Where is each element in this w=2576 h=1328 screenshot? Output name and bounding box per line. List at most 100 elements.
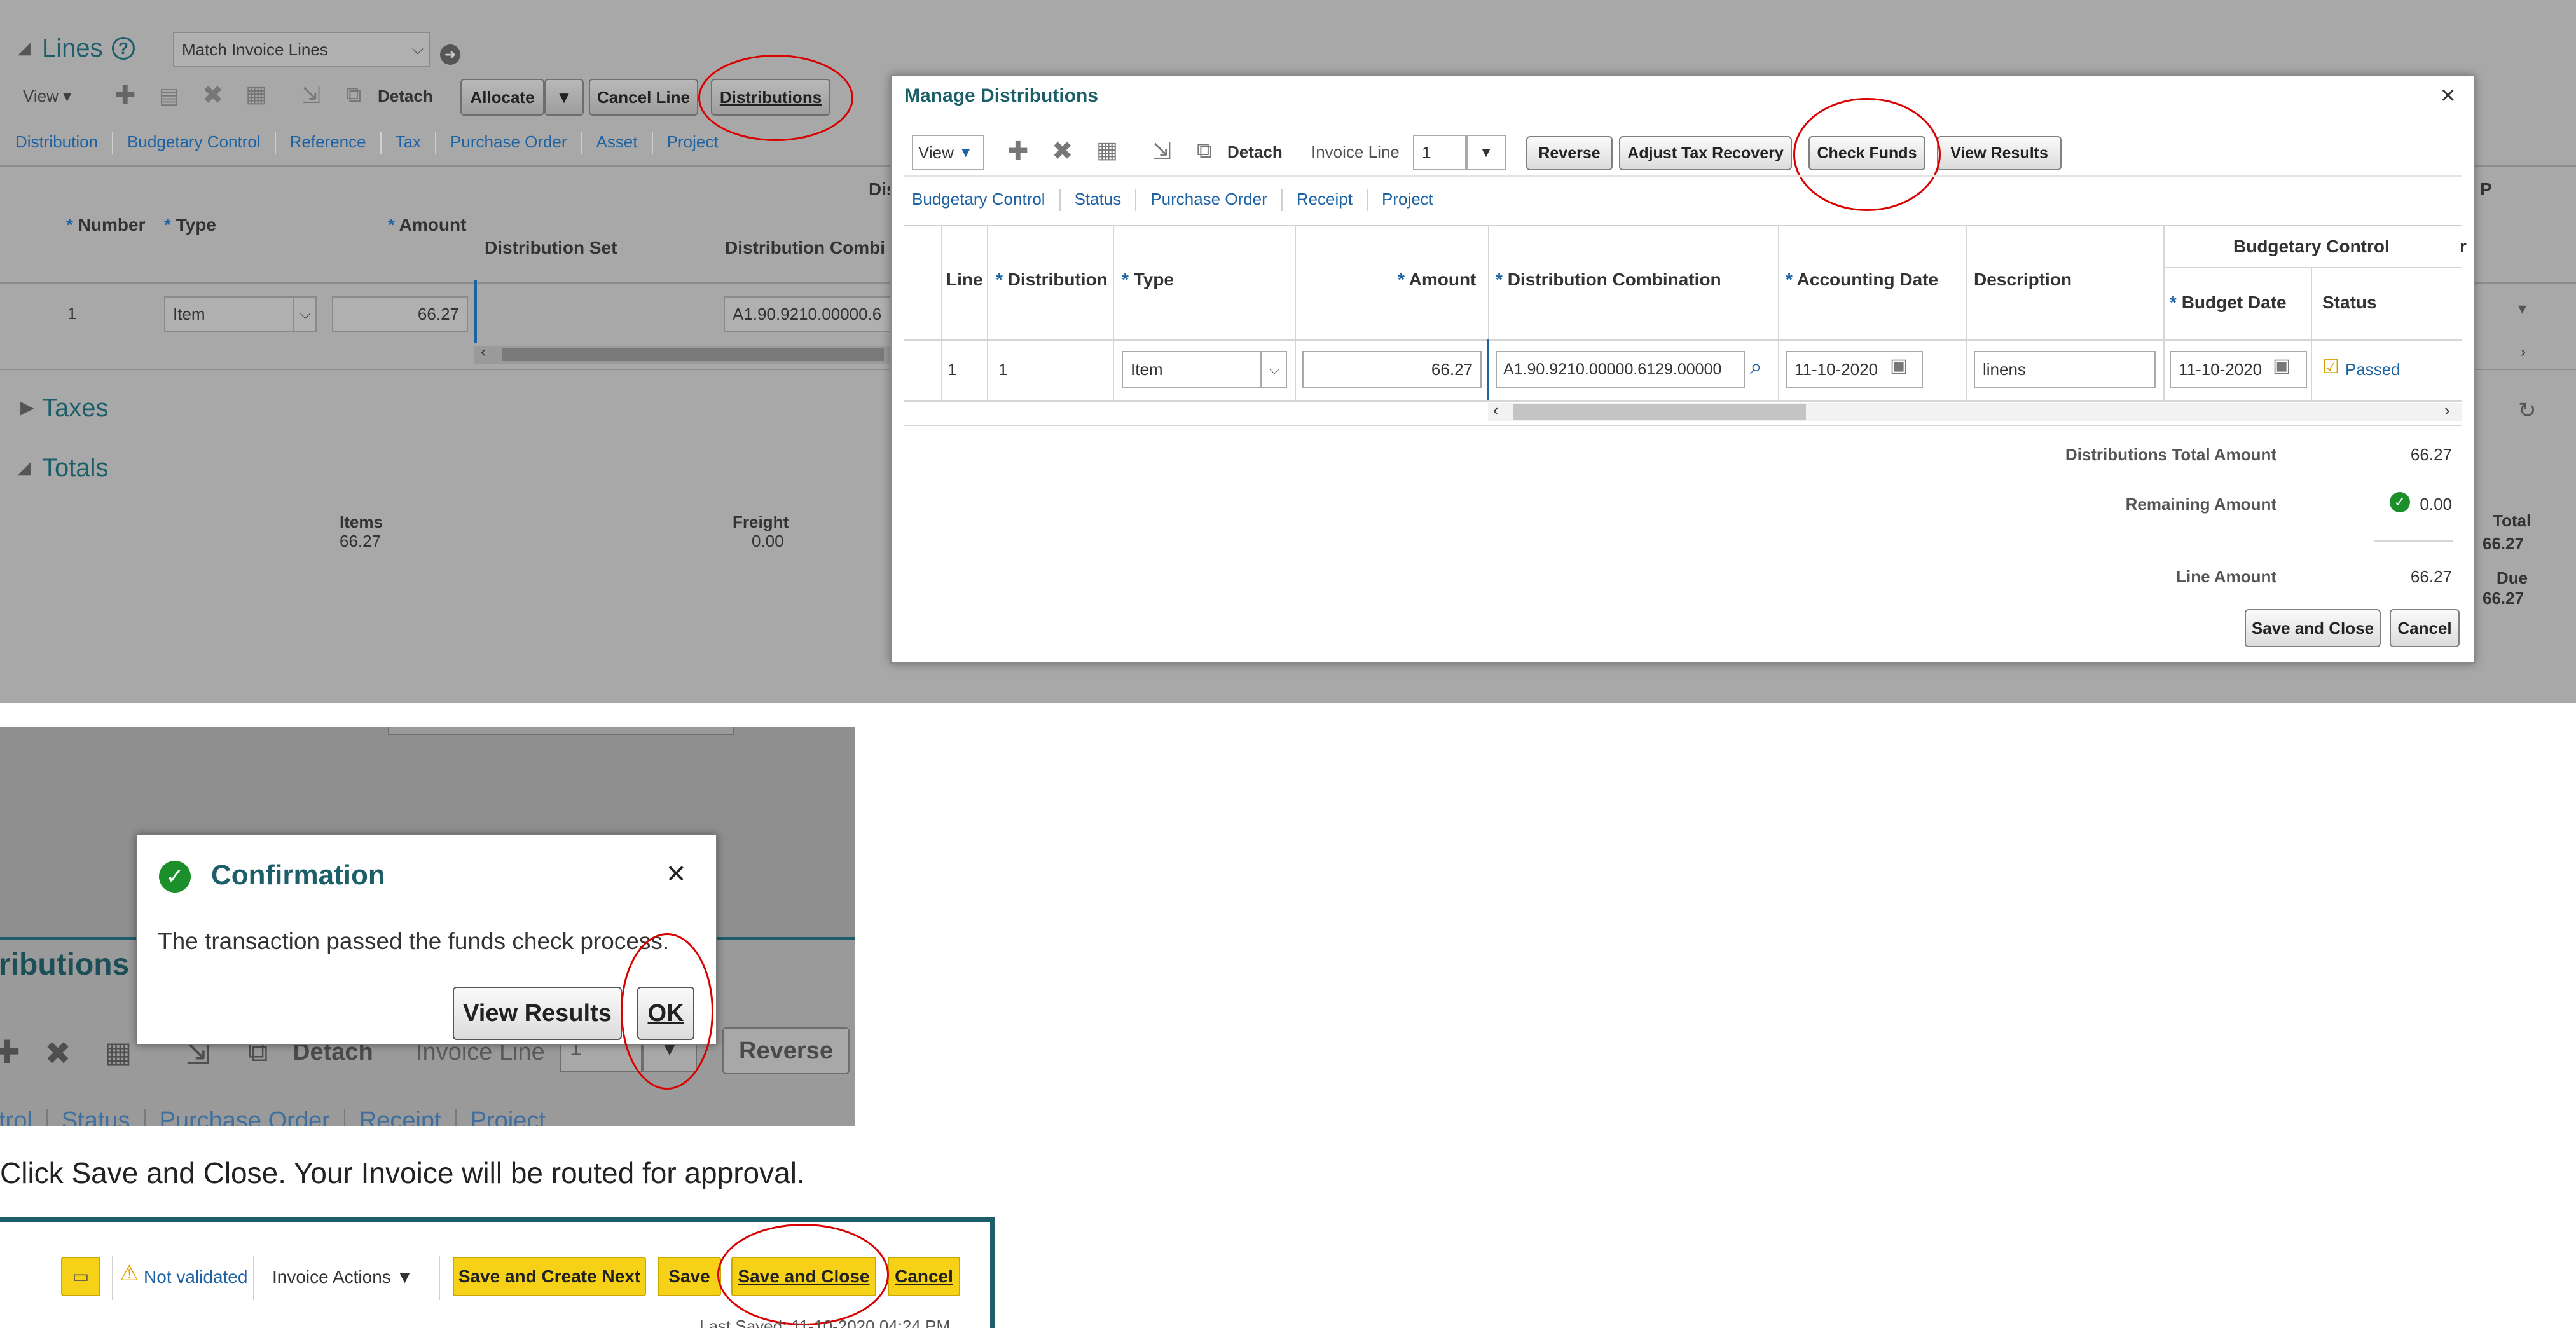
- tab-purchase-order[interactable]: Purchase Order: [1150, 189, 1267, 209]
- due-label: Due: [2497, 568, 2528, 587]
- highlight-circle: [698, 55, 853, 141]
- go-arrow-icon[interactable]: ➜: [440, 44, 460, 65]
- combination-input[interactable]: A1.90.9210.00000.6: [724, 296, 892, 332]
- divider: [1295, 225, 1296, 402]
- view-results-button[interactable]: View Results: [1937, 136, 2062, 170]
- tab-project[interactable]: Project: [667, 132, 719, 151]
- invoice-actions-menu[interactable]: Invoice Actions ▼: [272, 1267, 413, 1287]
- cancel-line-button[interactable]: Cancel Line: [589, 79, 698, 116]
- tab-budgetary-control[interactable]: Budgetary Control: [127, 132, 261, 151]
- budget-date-value: 11-10-2020: [2179, 359, 2263, 379]
- expand-taxes-icon[interactable]: ▶: [20, 397, 34, 418]
- amount-input[interactable]: 66.27: [1302, 351, 1482, 388]
- delete-icon: ✖: [45, 1036, 71, 1071]
- not-validated-link[interactable]: Not validated: [144, 1267, 247, 1287]
- highlight-circle: [621, 933, 713, 1090]
- refresh-icon[interactable]: ↻: [2518, 398, 2537, 423]
- delete-icon[interactable]: ✖: [1052, 139, 1073, 164]
- view-menu[interactable]: View ▾: [23, 86, 71, 106]
- reverse-button[interactable]: Reverse: [1526, 136, 1613, 170]
- divider: [2374, 540, 2453, 542]
- chevron-down-icon[interactable]: ⌵: [407, 34, 429, 65]
- edit-icon[interactable]: ▤: [159, 85, 179, 107]
- tab-purchase-order[interactable]: Purchase Order: [450, 132, 567, 151]
- save-button[interactable]: Save: [658, 1257, 721, 1296]
- column-focus-indicator: [474, 280, 477, 343]
- scroll-right-icon[interactable]: ›: [2444, 400, 2450, 420]
- detach-label[interactable]: Detach: [378, 86, 433, 106]
- calendar-icon[interactable]: ▣: [1890, 355, 1908, 377]
- save-and-create-next-button[interactable]: Save and Create Next: [453, 1257, 646, 1296]
- wrap-icon[interactable]: ⇲: [1152, 140, 1171, 163]
- cancel-button[interactable]: Cancel: [888, 1257, 960, 1296]
- wrap-icon[interactable]: ⇲: [301, 84, 320, 107]
- allocate-button[interactable]: Allocate: [460, 79, 544, 116]
- view-results-button[interactable]: View Results: [453, 987, 622, 1040]
- collapse-totals-icon[interactable]: ◢: [18, 458, 31, 477]
- detach-icon[interactable]: ⧉: [346, 84, 361, 106]
- tab-project[interactable]: Project: [1382, 189, 1433, 209]
- document-icon[interactable]: ▭: [61, 1257, 100, 1296]
- add-icon[interactable]: ✚: [114, 83, 136, 108]
- match-invoice-lines-select[interactable]: Match Invoice Lines: [173, 32, 430, 67]
- divider: [904, 339, 2462, 341]
- chevron-down-icon[interactable]: ▾: [2518, 299, 2526, 318]
- budgetary-control-header: Budgetary Control: [2233, 236, 2390, 256]
- scroll-left-icon[interactable]: ‹: [481, 343, 486, 361]
- tab-budgetary-control[interactable]: Budgetary Control: [912, 189, 1045, 209]
- items-value: 66.27: [340, 531, 382, 551]
- amount-input[interactable]: 66.27: [332, 296, 468, 332]
- check-circle-icon: ✓: [159, 861, 191, 893]
- tab-asset[interactable]: Asset: [596, 132, 638, 151]
- due-value: 66.27: [2483, 589, 2524, 608]
- chevron-down-icon[interactable]: ▼: [1466, 135, 1506, 170]
- amount-header-text: Amount: [399, 215, 467, 235]
- invoice-line-value: 1: [1422, 142, 1431, 162]
- tab-receipt[interactable]: Receipt: [1297, 189, 1353, 209]
- bg-dialog-title: ributions: [0, 948, 130, 982]
- chevron-down-icon: ▼: [958, 144, 973, 160]
- cancel-button[interactable]: Cancel: [2390, 609, 2460, 647]
- detach-label[interactable]: Detach: [1227, 142, 1283, 162]
- tab-tax[interactable]: Tax: [396, 132, 421, 151]
- scrollbar-thumb[interactable]: [502, 348, 884, 361]
- save-and-close-button[interactable]: Save and Close: [2245, 609, 2381, 647]
- search-icon[interactable]: ⌕: [1750, 355, 1762, 380]
- chevron-down-icon[interactable]: ⌵: [293, 298, 317, 331]
- help-icon[interactable]: ?: [112, 37, 135, 60]
- tab-reference[interactable]: Reference: [290, 132, 366, 151]
- tab-status[interactable]: Status: [1075, 189, 1122, 209]
- totals-title: Totals: [42, 454, 109, 482]
- combination-input[interactable]: A1.90.9210.00000.6129.00000: [1496, 351, 1745, 388]
- adjust-tax-recovery-button[interactable]: Adjust Tax Recovery: [1619, 136, 1792, 170]
- description-input[interactable]: linens: [1974, 351, 2156, 388]
- invoice-line-select[interactable]: 1: [1413, 135, 1466, 170]
- freeze-icon: ▦: [104, 1036, 132, 1069]
- view-menu[interactable]: View ▼: [912, 135, 984, 170]
- freeze-icon[interactable]: ▦: [1096, 139, 1118, 161]
- calendar-icon[interactable]: ▣: [2273, 355, 2290, 377]
- bg-tabs: trol Status Purchase Order Receipt Project: [0, 1107, 546, 1126]
- divider: [941, 225, 942, 402]
- divider: [2163, 267, 2462, 268]
- chevron-down-icon[interactable]: ⌵: [1260, 352, 1287, 387]
- freeze-icon[interactable]: ▦: [245, 83, 267, 106]
- taxes-title[interactable]: Taxes: [42, 394, 109, 423]
- clipboard-check-icon: ☑: [2322, 357, 2339, 378]
- total-value: 66.27: [2483, 534, 2524, 553]
- view-label: View: [23, 86, 59, 106]
- status-passed-link[interactable]: Passed: [2345, 360, 2400, 380]
- allocate-menu-button[interactable]: ▼: [544, 79, 584, 116]
- scroll-right-icon[interactable]: ›: [2521, 343, 2526, 361]
- collapse-lines-icon[interactable]: ◢: [18, 38, 31, 58]
- tab-distribution[interactable]: Distribution: [15, 132, 98, 151]
- close-icon[interactable]: ×: [666, 854, 685, 893]
- confirmation-screenshot: ributions ✚ ✖ ▦ ⇲ ⧉ Detach Invoice Line …: [0, 727, 855, 1126]
- detach-icon[interactable]: ⧉: [1197, 140, 1212, 161]
- scrollbar-thumb[interactable]: [1513, 404, 1806, 420]
- close-icon[interactable]: ×: [2441, 81, 2455, 110]
- scroll-left-icon[interactable]: ‹: [1493, 400, 1499, 420]
- delete-icon[interactable]: ✖: [202, 83, 224, 108]
- amount-header-text: Amount: [1409, 270, 1477, 289]
- add-icon[interactable]: ✚: [1007, 139, 1029, 164]
